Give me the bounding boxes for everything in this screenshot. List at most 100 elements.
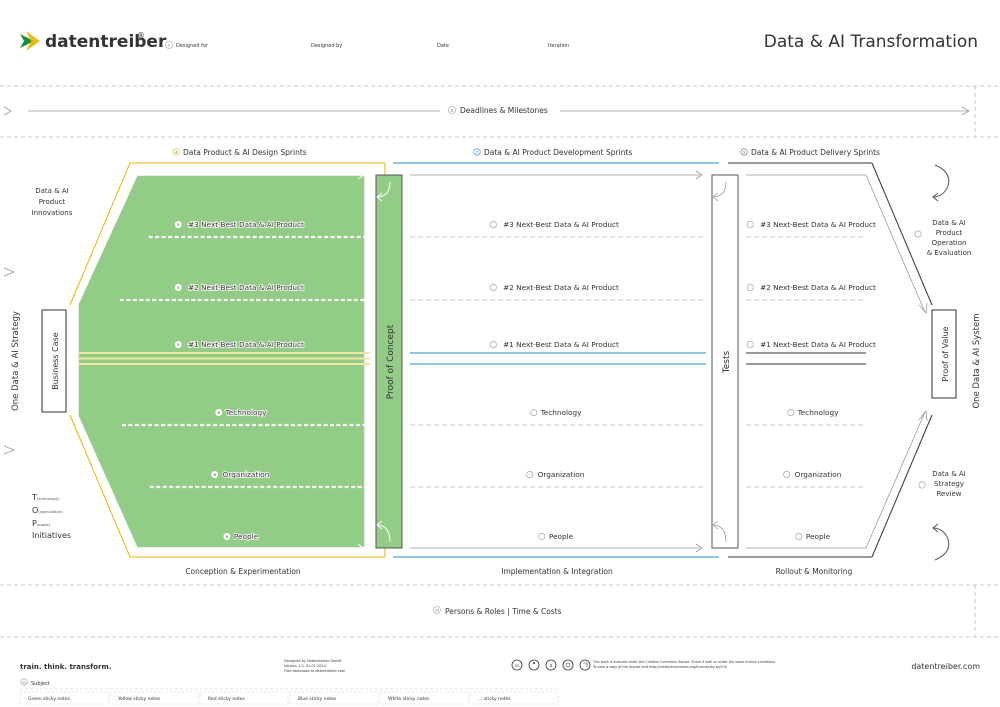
- field-designed-by[interactable]: Designed by: [311, 43, 342, 49]
- legend-label: ... sticky notes: [478, 696, 511, 702]
- row-label: People: [234, 532, 259, 541]
- row-label: #3 Next-Best Data & AI Product: [760, 220, 876, 229]
- implementation-label: Implementation & Integration: [501, 567, 613, 576]
- row-label: #1 Next-Best Data & AI Product: [503, 340, 619, 349]
- conception-label: Conception & Experimentation: [185, 567, 301, 576]
- row-label: Organization: [538, 470, 585, 479]
- row-label: #1 Next-Best Data & AI Product: [188, 340, 304, 349]
- svg-text:Data & AI: Data & AI: [35, 187, 68, 195]
- svg-text:Product: Product: [39, 198, 66, 206]
- row-number: 5: [177, 223, 179, 227]
- deadlines-band[interactable]: 2 Deadlines & Milestones: [0, 85, 1000, 138]
- footer-slogan: train. think. transform.: [20, 663, 111, 671]
- system-label: One Data & AI System: [972, 313, 982, 408]
- sharealike-icon: [562, 659, 574, 671]
- attribution-icon: [528, 659, 540, 671]
- row-number-badge: [787, 408, 795, 416]
- svg-text:4: 4: [175, 151, 178, 155]
- row-number-badge: [489, 221, 497, 229]
- strategy-arrow-bottom-icon: [3, 445, 16, 455]
- row-number-badge: [783, 470, 791, 478]
- row-number-badge: [530, 408, 538, 416]
- row-label: Organization: [223, 470, 270, 479]
- row-number-badge: [526, 470, 534, 478]
- delivery-bottom-diagonal: [871, 414, 933, 558]
- svg-text:9: 9: [743, 151, 745, 155]
- row-number-badge: [795, 532, 803, 540]
- row-label: #2 Next-Best Data & AI Product: [760, 283, 876, 292]
- delivery-bottom-flow: [746, 411, 926, 549]
- brand-mark: ®: [137, 31, 145, 40]
- svg-text:This work is licensed under th: This work is licensed under the Creative…: [592, 660, 776, 664]
- subject-label[interactable]: Subject: [31, 681, 50, 687]
- phase-design-header: 4 Data Product & AI Design Sprints: [130, 148, 385, 164]
- tdp-initiatives: T(echnology) O(rganization) P(eople) Ini…: [31, 493, 71, 540]
- row-label: Organization: [795, 470, 842, 479]
- tdp-p: P(eople): [32, 519, 51, 528]
- legend-label: Red sticky notes: [208, 696, 245, 702]
- brand-name: datentreiber: [45, 32, 167, 52]
- remix-icon: [579, 659, 591, 671]
- field-iteration[interactable]: Iteration: [548, 43, 569, 49]
- row-label: #3 Next-Best Data & AI Product: [188, 220, 304, 229]
- right-review: Data & AI Strategy Review: [932, 470, 965, 498]
- strategy-arrow-top-icon: [3, 267, 16, 277]
- row-label: People: [806, 532, 831, 541]
- row-number: 6: [214, 473, 216, 477]
- svg-text:To view a copy of the license: To view a copy of the license visit http…: [592, 665, 728, 669]
- svg-text:7: 7: [476, 151, 478, 155]
- svg-text:Strategy: Strategy: [934, 480, 964, 488]
- business-case-label: Business Case: [51, 332, 60, 389]
- field-designed-for[interactable]: Designed for: [176, 43, 209, 49]
- svg-text:Operation: Operation: [932, 239, 967, 247]
- license-icons: cc $: [511, 659, 591, 671]
- row-label: #3 Next-Best Data & AI Product: [503, 220, 619, 229]
- row-number: 6: [218, 411, 220, 415]
- delivery-top-diagonal: [871, 162, 933, 306]
- initiatives-label: Initiatives: [32, 531, 71, 540]
- review-number-badge: [918, 481, 926, 489]
- row-number: 5: [177, 343, 179, 347]
- field-number: 1: [168, 44, 170, 48]
- header-fields: 1 Designed for Designed by Date Iteratio…: [165, 41, 569, 49]
- row-number: 5: [177, 286, 179, 290]
- rollout-label: Rollout & Monitoring: [776, 567, 853, 576]
- svg-text:Data & AI: Data & AI: [932, 219, 965, 227]
- tdp-o: O(rganization): [32, 506, 63, 515]
- svg-text:Designed by Datentreiber GmbH: Designed by Datentreiber GmbH: [284, 659, 342, 663]
- phase-delivery-header: 9 Data & AI Product Delivery Sprints: [728, 148, 880, 164]
- strategy-label: One Data & AI Strategy: [11, 311, 21, 411]
- review-loop-icon: [933, 527, 950, 561]
- deadlines-label: Deadlines & Milestones: [460, 106, 548, 115]
- page-title: Data & AI Transformation: [764, 32, 978, 52]
- field-date[interactable]: Date: [437, 43, 449, 49]
- tests-label: Tests: [722, 350, 732, 374]
- delivery-sprints-label: Data & AI Product Delivery Sprints: [751, 148, 880, 157]
- persons-band[interactable]: 11 Persons & Roles | Time & Costs: [0, 584, 1000, 638]
- row-number: 6: [226, 535, 228, 539]
- right-operation: Data & AI Product Operation & Evaluation: [927, 219, 972, 257]
- left-innovations: Data & AI Product Innovations: [32, 187, 73, 217]
- development-sprints-label: Data & AI Product Development Sprints: [484, 148, 632, 157]
- operation-loop-icon: [933, 164, 950, 198]
- row-number-badge: [746, 221, 754, 229]
- row-label: Technology: [797, 408, 840, 417]
- row-label: Technology: [225, 408, 268, 417]
- row-number-badge: [489, 340, 497, 348]
- design-sprint-area[interactable]: [77, 174, 366, 549]
- svg-text:12: 12: [22, 681, 26, 685]
- legend-label: Yellow sticky notes: [117, 696, 161, 702]
- row-number-badge: [746, 340, 754, 348]
- row-label: #2 Next-Best Data & AI Product: [188, 283, 304, 292]
- proof-of-concept-label: Proof of Concept: [386, 324, 396, 399]
- legend-label: Blue sticky notes: [298, 696, 337, 702]
- row-number-badge: [538, 532, 546, 540]
- operation-number-badge: [914, 230, 922, 238]
- canvas-page: datentreiber ® 1 Designed for Designed b…: [0, 0, 1000, 707]
- svg-text:Review: Review: [937, 490, 962, 498]
- row-number-badge: [489, 283, 497, 291]
- tdp-t: T(echnology): [31, 493, 60, 502]
- row-number-badge: [746, 283, 754, 291]
- persons-number: 11: [435, 609, 439, 613]
- footer-website[interactable]: datentreiber.com: [911, 662, 980, 671]
